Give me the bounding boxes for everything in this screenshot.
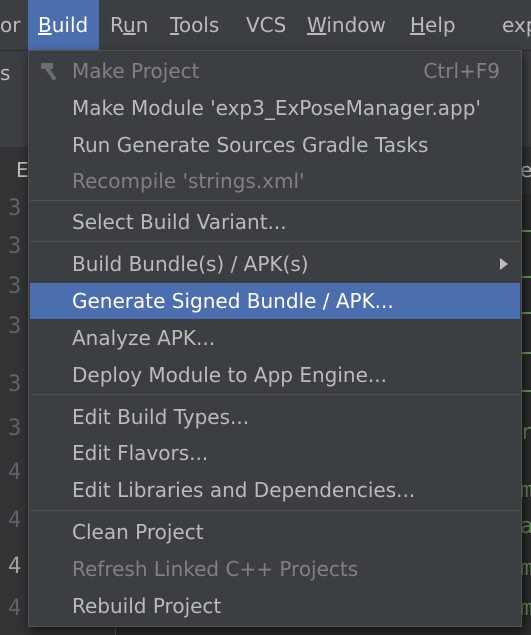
edit-libraries-item[interactable]: Edit Libraries and Dependencies... xyxy=(30,472,520,508)
analyze-apk-label: Analyze APK... xyxy=(72,326,216,350)
rebuild-project-item[interactable]: Rebuild Project xyxy=(30,588,520,624)
build-bundles-item[interactable]: Build Bundle(s) / APK(s) xyxy=(30,246,520,282)
menu-build[interactable]: Build xyxy=(28,0,99,50)
line-number: 4 xyxy=(8,596,22,621)
run-generate-sources-label: Run Generate Sources Gradle Tasks xyxy=(72,133,429,157)
breadcrumb-fragment[interactable]: s xyxy=(0,61,10,85)
line-number: 3 xyxy=(8,416,22,441)
select-build-variant-item[interactable]: Select Build Variant... xyxy=(30,204,520,240)
generate-signed-item[interactable]: Generate Signed Bundle / APK... xyxy=(30,283,520,319)
menu-bar: or Build Run Tools VCS Window Help exp xyxy=(0,0,531,51)
generate-signed-label: Generate Signed Bundle / APK... xyxy=(72,289,394,313)
make-project-item[interactable]: Make Project Ctrl+F9 xyxy=(30,53,520,89)
menu-separator xyxy=(30,394,520,395)
line-number: 3 xyxy=(8,274,22,299)
menu-separator xyxy=(30,241,520,242)
menu-help[interactable]: Help xyxy=(410,0,456,50)
line-number: 3 xyxy=(8,234,22,259)
menu-run[interactable]: Run xyxy=(110,0,148,50)
menu-tools[interactable]: Tools xyxy=(170,0,219,50)
refresh-linked-item[interactable]: Refresh Linked C++ Projects xyxy=(30,551,520,587)
rebuild-project-label: Rebuild Project xyxy=(72,594,222,618)
menu-window[interactable]: Window xyxy=(307,0,386,50)
submenu-arrow-icon xyxy=(500,258,508,270)
line-number: 3 xyxy=(8,196,22,221)
menu-editor-fragment[interactable]: or xyxy=(0,0,20,50)
project-title-fragment: exp xyxy=(502,13,531,37)
recompile-item[interactable]: Recompile 'strings.xml' xyxy=(30,163,520,199)
refresh-linked-label: Refresh Linked C++ Projects xyxy=(72,557,359,581)
make-project-label: Make Project xyxy=(72,59,200,83)
make-project-shortcut: Ctrl+F9 xyxy=(423,59,500,83)
make-module-label: Make Module 'exp3_ExPoseManager.app' xyxy=(72,96,481,120)
make-module-item[interactable]: Make Module 'exp3_ExPoseManager.app' xyxy=(30,90,520,126)
run-generate-sources-item[interactable]: Run Generate Sources Gradle Tasks xyxy=(30,127,520,163)
menu-separator xyxy=(30,510,520,511)
ide-window: or Build Run Tools VCS Window Help exp s… xyxy=(0,0,531,635)
edit-flavors-item[interactable]: Edit Flavors... xyxy=(30,435,520,471)
recompile-label: Recompile 'strings.xml' xyxy=(72,169,305,193)
line-number-current: 4 xyxy=(8,554,22,579)
clean-project-item[interactable]: Clean Project xyxy=(30,514,520,550)
hammer-icon xyxy=(41,63,57,81)
edit-flavors-label: Edit Flavors... xyxy=(72,441,209,465)
line-number: 4 xyxy=(8,508,22,533)
build-menu: Make Project Ctrl+F9 Make Module 'exp3_E… xyxy=(28,50,522,627)
select-build-variant-label: Select Build Variant... xyxy=(72,210,287,234)
line-number: 3 xyxy=(8,314,22,339)
clean-project-label: Clean Project xyxy=(72,520,204,544)
line-number: 4 xyxy=(8,460,22,485)
deploy-module-label: Deploy Module to App Engine... xyxy=(72,363,387,387)
line-number: 3 xyxy=(8,372,22,397)
edit-build-types-label: Edit Build Types... xyxy=(72,405,250,429)
deploy-module-item[interactable]: Deploy Module to App Engine... xyxy=(30,357,520,393)
edit-libraries-label: Edit Libraries and Dependencies... xyxy=(72,478,416,502)
edit-build-types-item[interactable]: Edit Build Types... xyxy=(30,399,520,435)
build-bundles-label: Build Bundle(s) / APK(s) xyxy=(72,252,309,276)
menu-separator xyxy=(30,200,520,201)
tab-fragment[interactable]: E xyxy=(16,158,29,182)
analyze-apk-item[interactable]: Analyze APK... xyxy=(30,320,520,356)
menu-vcs[interactable]: VCS xyxy=(246,0,286,50)
